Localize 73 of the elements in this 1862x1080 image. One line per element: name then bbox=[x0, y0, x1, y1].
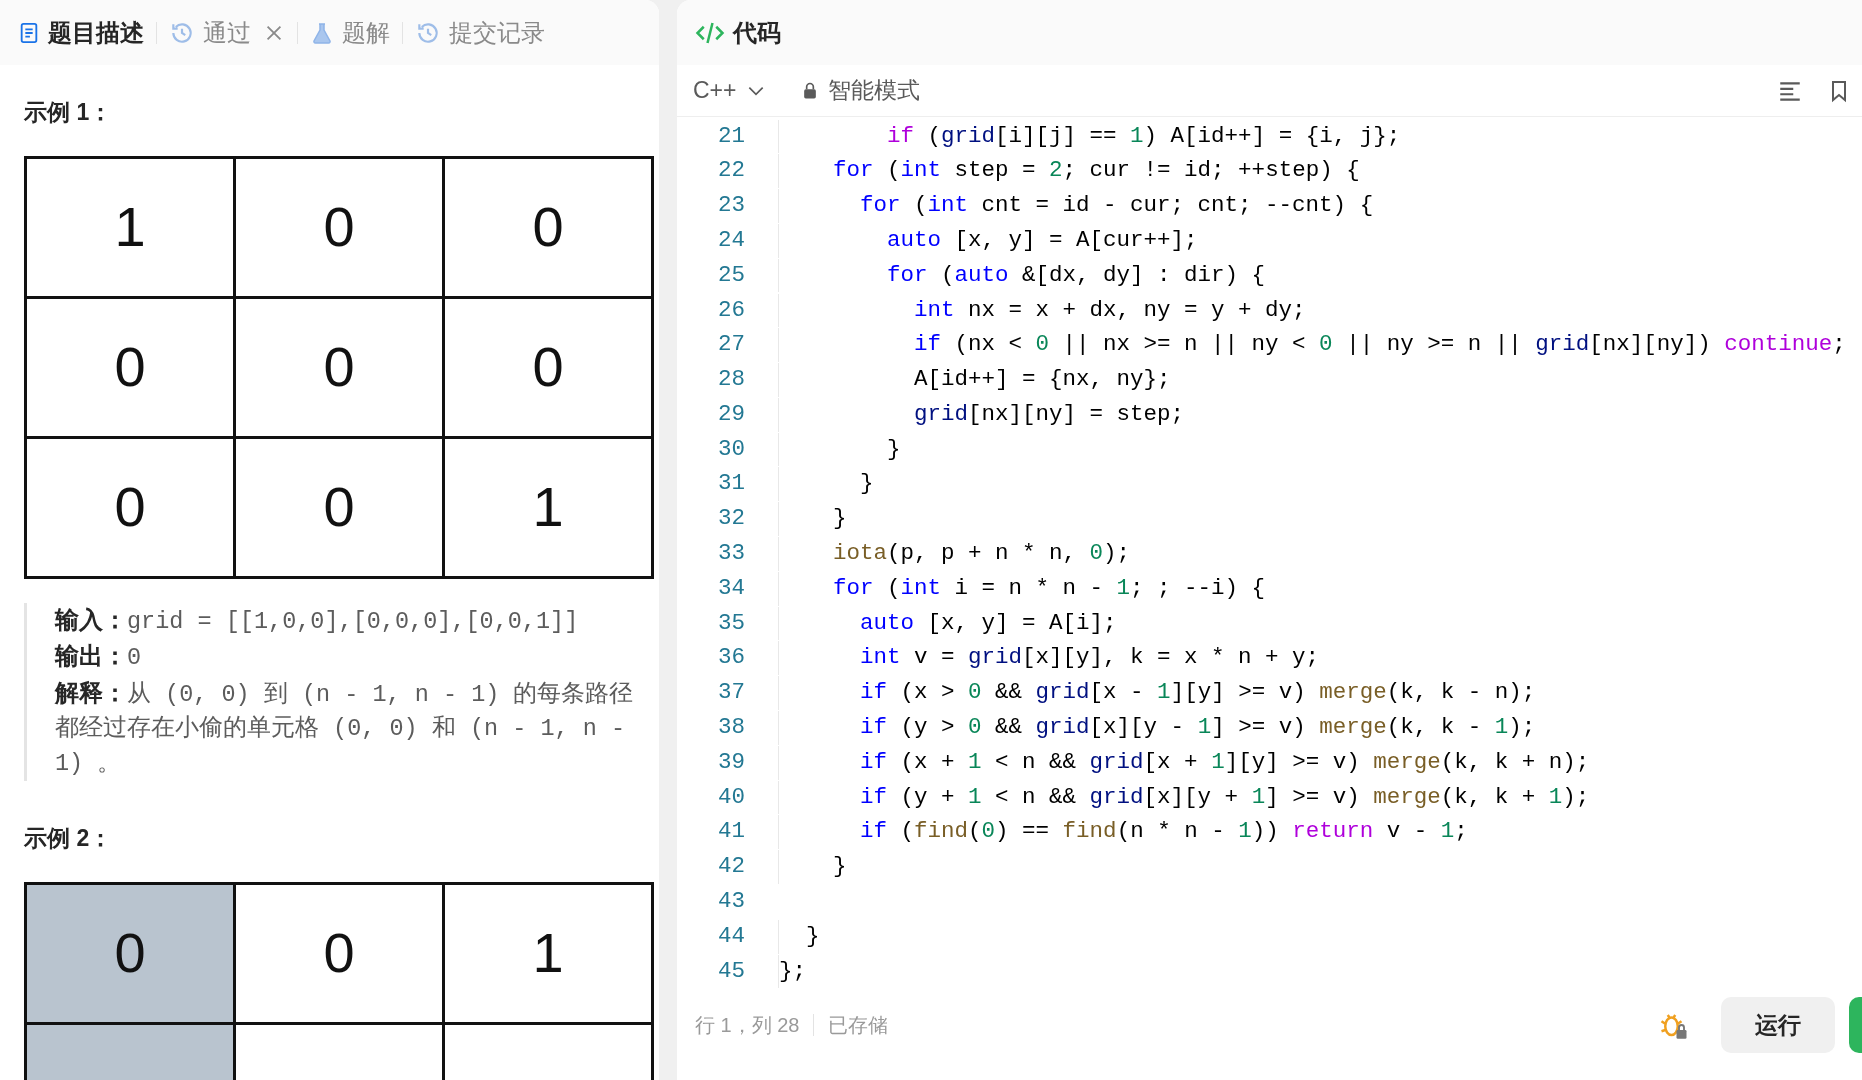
code-line: for (int cnt = id - cur; cnt; --cnt) { bbox=[778, 189, 1374, 223]
line-number: 37 bbox=[717, 678, 745, 708]
panel-title: 代码 bbox=[733, 17, 781, 48]
line-number: 29 bbox=[717, 399, 745, 429]
tab[interactable]: 题目描述 bbox=[18, 14, 144, 51]
code-line: } bbox=[778, 432, 901, 467]
line-number: 44 bbox=[717, 921, 745, 951]
line-number: 31 bbox=[717, 469, 745, 499]
cursor-position: 行 1，列 28 bbox=[695, 1013, 800, 1038]
save-status: 已存储 bbox=[828, 1013, 889, 1038]
line-number: 21 bbox=[717, 121, 745, 151]
example-heading: 示例 1： bbox=[24, 98, 114, 127]
code-line: iota(p, p + n * n, 0); bbox=[778, 537, 1131, 571]
line-number: 40 bbox=[717, 782, 745, 812]
code-line: } bbox=[778, 467, 874, 502]
code-line: if (y > 0 && grid[x][y - 1] >= v) merge(k, k - 1); bbox=[778, 711, 1536, 745]
code-line: for (auto &[dx, dy] : dir) { bbox=[778, 258, 1266, 293]
grid-cell: 0 bbox=[236, 298, 445, 439]
code-line: if (nx < 0 || nx >= n || ny < 0 || ny >= n || grid[nx][ny]) continue; bbox=[778, 328, 1846, 363]
line-number: 45 bbox=[717, 956, 745, 986]
grid-cell: 0 bbox=[445, 158, 654, 299]
line-number: 38 bbox=[717, 713, 745, 743]
code-line: int nx = x + dx, ny = y + dy; bbox=[778, 293, 1306, 328]
line-number: 43 bbox=[717, 887, 745, 917]
line-number: 32 bbox=[717, 504, 745, 534]
grid-cell: 1 bbox=[445, 884, 654, 1025]
code-line: if (y + 1 < n && grid[x][y + 1] >= v) merge(k, k + 1); bbox=[778, 780, 1590, 815]
code-line: }; bbox=[778, 954, 806, 989]
example-heading: 示例 2： bbox=[24, 824, 114, 854]
code-line: grid[nx][ny] = step; bbox=[778, 397, 1185, 432]
line-number: 28 bbox=[717, 365, 745, 395]
code-line: } bbox=[778, 502, 847, 537]
grid-cell: 0 bbox=[236, 438, 445, 579]
code-line: } bbox=[778, 919, 820, 954]
code-line: } bbox=[778, 850, 847, 884]
example-text: 解释：从 (0, 0) 到 (n - 1, n - 1) 的每条路径都经过存在小偷的单元格 (0, 0) 和 (n - 1, n - 1) 。 bbox=[55, 677, 635, 779]
mode-label: 智能模式 bbox=[828, 76, 921, 106]
line-number: 25 bbox=[717, 260, 745, 290]
line-number: 33 bbox=[717, 539, 745, 569]
code-line: A[id++] = {nx, ny}; bbox=[778, 363, 1171, 397]
code-line: if (grid[i][j] == 1) A[id++] = {i, j}; bbox=[778, 119, 1401, 154]
line-number: 22 bbox=[717, 156, 745, 186]
code-line: auto [x, y] = A[cur++]; bbox=[778, 223, 1198, 258]
line-number: 41 bbox=[717, 817, 745, 847]
code-line: int v = grid[x][y], k = x * n + y; bbox=[778, 641, 1320, 676]
grid-cell: 0 bbox=[27, 884, 236, 1025]
line-number: 30 bbox=[717, 434, 745, 464]
code-line: if (x + 1 < n && grid[x + 1][y] >= v) merge(k, k + n); bbox=[778, 745, 1590, 780]
line-number: 23 bbox=[717, 191, 745, 221]
example-text: 输入：grid = [[1,0,0],[0,0,0],[0,0,1]] bbox=[55, 604, 580, 637]
grid-cell: 0 bbox=[236, 158, 445, 299]
grid-cell: 0 bbox=[27, 438, 236, 579]
code-line: for (int i = n * n - 1; ; --i) { bbox=[778, 571, 1266, 606]
line-number: 42 bbox=[717, 852, 745, 882]
grid-cell: 0 bbox=[236, 884, 445, 1025]
language-selector[interactable]: C++ bbox=[693, 73, 767, 108]
example-text: 输出：0 bbox=[55, 641, 143, 674]
grid-cell: 0 bbox=[27, 298, 236, 439]
line-number: 35 bbox=[717, 608, 745, 638]
code-line: for (int step = 2; cur != id; ++step) { bbox=[778, 154, 1360, 189]
code-line: if (find(0) == find(n * n - 1)) return v - 1; bbox=[778, 815, 1468, 850]
line-number: 26 bbox=[717, 295, 745, 325]
code-line: if (x > 0 && grid[x - 1][y] >= v) merge(k, k - n); bbox=[778, 676, 1536, 710]
line-number: 39 bbox=[717, 747, 745, 777]
code-line: auto [x, y] = A[i]; bbox=[778, 606, 1117, 641]
line-number: 36 bbox=[717, 643, 745, 673]
grid-cell: 0 bbox=[445, 298, 654, 439]
line-number: 34 bbox=[717, 573, 745, 603]
run-button[interactable]: 运行 bbox=[1721, 997, 1835, 1053]
grid-cell: 1 bbox=[445, 438, 654, 579]
line-number: 27 bbox=[717, 330, 745, 360]
grid-cell: 1 bbox=[27, 158, 236, 299]
line-number: 24 bbox=[717, 225, 745, 255]
